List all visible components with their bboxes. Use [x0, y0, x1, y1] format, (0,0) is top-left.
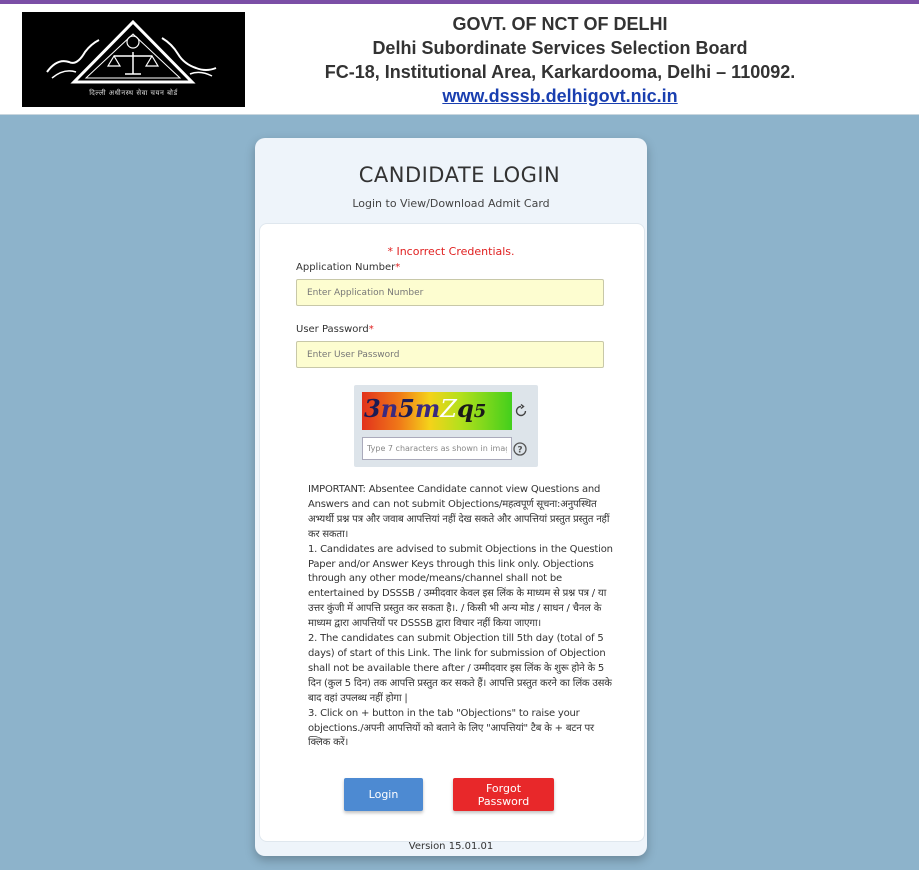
important-notice: IMPORTANT: Absentee Candidate cannot vie…	[308, 483, 618, 751]
captcha-image: 3n5mZq5	[362, 392, 512, 430]
notice-point-3: 3. Click on + button in the tab "Objecti…	[308, 707, 594, 749]
application-number-label: Application Number*	[296, 262, 400, 273]
notice-important: IMPORTANT: Absentee Candidate cannot vie…	[308, 484, 610, 540]
captcha-char: n	[380, 394, 399, 423]
help-icon[interactable]: ?	[513, 442, 527, 456]
login-button[interactable]: Login	[344, 778, 423, 811]
organization-info: GOVT. OF NCT OF DELHI Delhi Subordinate …	[260, 12, 860, 108]
captcha-char: 3	[364, 394, 381, 423]
password-label: User Password*	[296, 324, 374, 335]
board-address: FC-18, Institutional Area, Karkardooma, …	[324, 62, 796, 82]
notice-point-2: 2. The candidates can submit Objection t…	[308, 633, 612, 704]
refresh-icon[interactable]	[514, 404, 528, 418]
govt-title: GOVT. OF NCT OF DELHI	[452, 14, 668, 34]
captcha-char: 5	[398, 394, 415, 423]
captcha-char: m	[414, 394, 441, 423]
login-subtitle: Login to View/Download Admit Card	[352, 197, 550, 210]
forgot-password-button[interactable]: Forgot Password	[453, 778, 554, 811]
site-header: दिल्ली अधीनस्थ सेवा चयन बोर्ड GOVT. OF N…	[0, 4, 919, 115]
error-message: * Incorrect Credentials.	[387, 245, 515, 258]
password-label-text: User Password	[296, 324, 369, 335]
captcha-char: q	[456, 394, 474, 423]
svg-text:?: ?	[517, 446, 522, 456]
login-title: CANDIDATE LOGIN	[358, 163, 561, 187]
dsssb-logo: दिल्ली अधीनस्थ सेवा चयन बोर्ड	[22, 12, 245, 107]
captcha-char: 5	[473, 401, 487, 422]
notice-point-1: 1. Candidates are advised to submit Obje…	[308, 543, 613, 630]
captcha-input[interactable]	[362, 437, 512, 460]
required-asterisk: *	[395, 262, 401, 273]
captcha-text: 3n5mZq5	[364, 394, 486, 423]
application-number-label-text: Application Number	[296, 262, 396, 273]
required-asterisk: *	[368, 324, 374, 335]
website-link[interactable]: www.dsssb.delhigovt.nic.in	[442, 86, 677, 106]
board-name: Delhi Subordinate Services Selection Boa…	[372, 38, 748, 58]
version-label: Version 15.01.01	[408, 841, 494, 852]
logo-caption: दिल्ली अधीनस्थ सेवा चयन बोर्ड	[89, 89, 178, 97]
captcha-char: Z	[440, 395, 457, 423]
password-input[interactable]	[296, 341, 604, 368]
application-number-input[interactable]	[296, 279, 604, 306]
